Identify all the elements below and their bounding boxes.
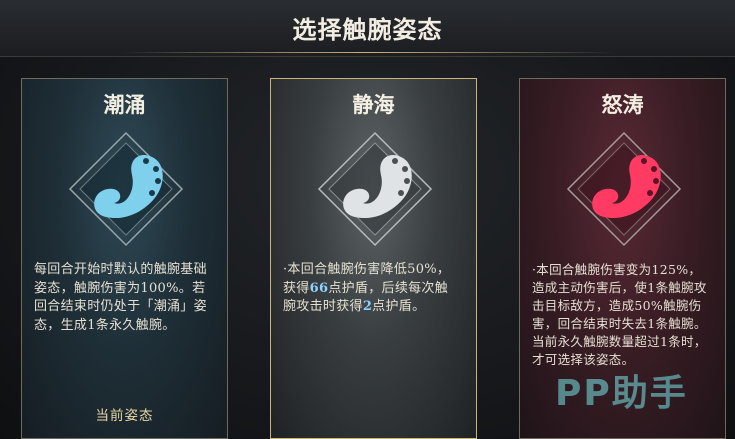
header-divider [120,52,615,53]
current-stance-label: 当前姿态 [95,408,154,424]
shield-value: 66 [309,280,329,296]
card-title: 怒涛 [601,92,644,117]
card-description: ·本回合触腕伤害降低50%，获得66点护盾，后续每次触腕攻击时获得2点护盾。 [283,261,461,317]
card-title: 静海 [352,92,395,117]
page-title: 选择触腕姿态 [292,15,443,44]
tentacle-icon [317,131,433,247]
stance-card-calm[interactable]: 静海 ·本回合触腕伤害降低50%，获得66点护盾，后续每次触腕攻击时获得2点护盾… [270,78,477,439]
watermark: PP助手 [555,373,688,414]
card-description: 每回合开始时默认的触腕基础姿态，触腕伤害为100%。若回合结束时仍处于「潮涌」姿… [34,262,207,333]
card-description: ·本回合触腕伤害变为125%，造成主动伤害后，使1条触腕攻击目标敌方，造成50%… [532,262,707,367]
stance-card-tide[interactable]: 潮涌 每回合开始时默认的触腕基础姿态，触腕伤害为100%。若回合结束时仍处于「潮… [21,78,228,439]
desc-text: 点护盾。 [372,299,426,314]
tentacle-icon [68,131,184,247]
card-title: 潮涌 [103,92,146,117]
tentacle-icon [566,131,682,247]
shield-per-attack-value: 2 [362,299,373,314]
